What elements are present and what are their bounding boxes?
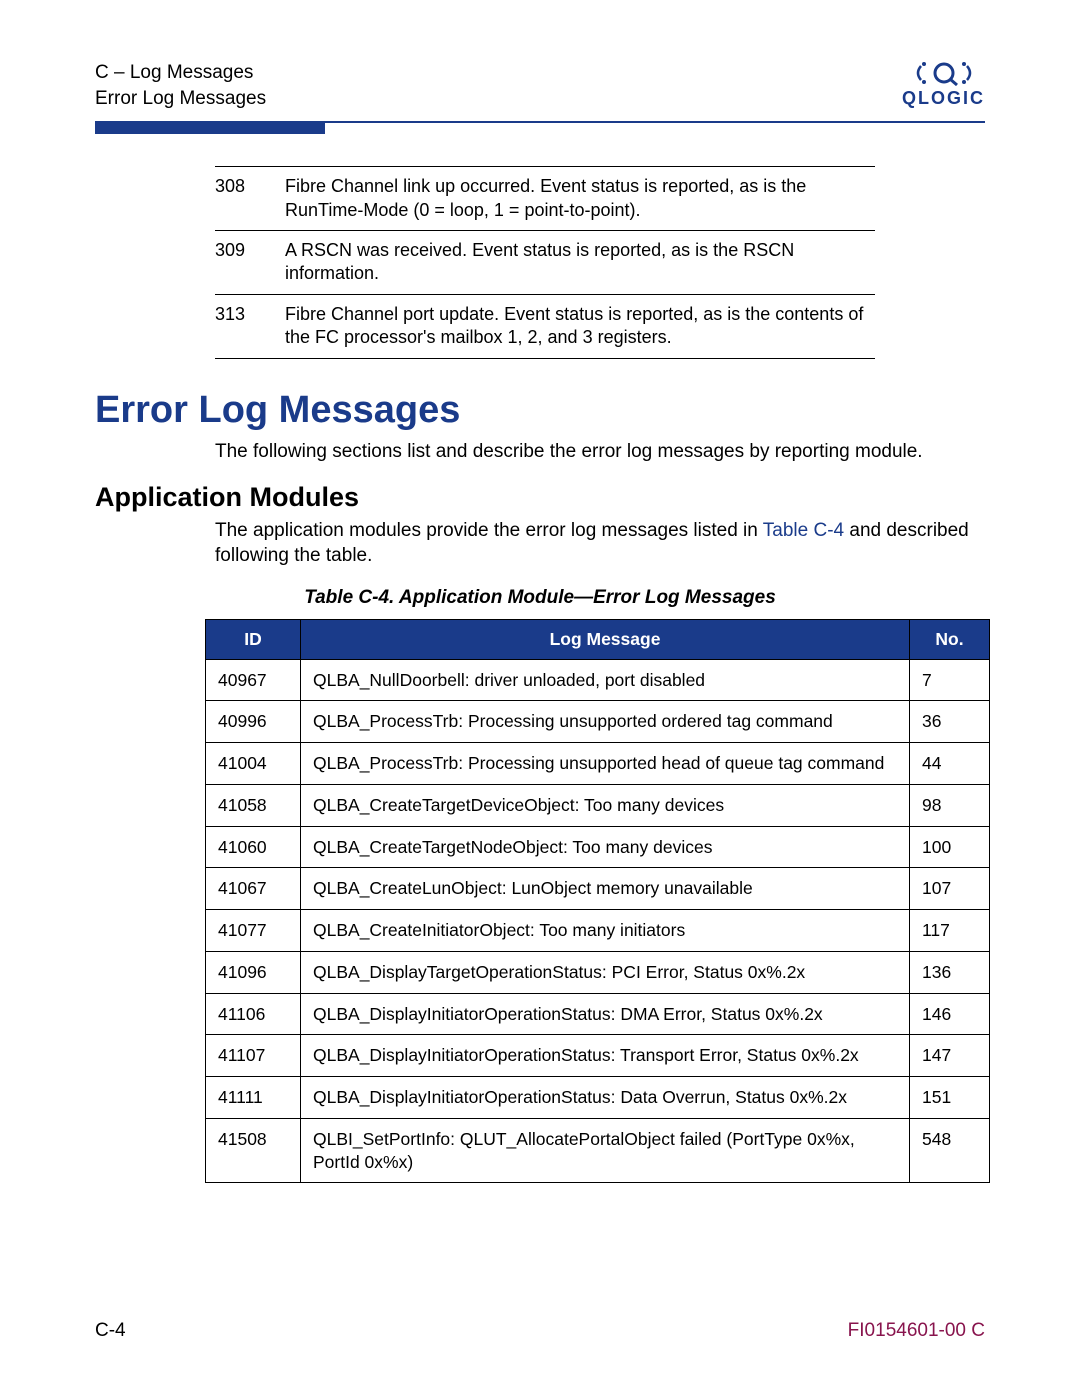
cell-id: 41096 [206,951,301,993]
table-row: 309 A RSCN was received. Event status is… [215,231,875,295]
brand-name: QLOGIC [902,88,985,109]
section-body: The following sections list and describe… [215,440,985,465]
row-id: 309 [215,231,285,295]
header-line-2: Error Log Messages [95,86,266,112]
cell-id: 40967 [206,659,301,701]
cell-no: 146 [910,993,990,1035]
cell-no: 7 [910,659,990,701]
page-footer: C-4 FI0154601-00 C [95,1320,985,1342]
qlogic-icon [915,60,973,86]
table-row: 41004QLBA_ProcessTrb: Processing unsuppo… [206,743,990,785]
cell-msg: QLBA_DisplayTargetOperationStatus: PCI E… [301,951,910,993]
table-row: 308 Fibre Channel link up occurred. Even… [215,167,875,231]
cell-id: 41058 [206,784,301,826]
col-no: No. [910,619,990,659]
cell-no: 548 [910,1118,990,1183]
table-row: 41067QLBA_CreateLunObject: LunObject mem… [206,868,990,910]
cell-id: 40996 [206,701,301,743]
cell-msg: QLBA_ProcessTrb: Processing unsupported … [301,743,910,785]
table-row: 41106QLBA_DisplayInitiatorOperationStatu… [206,993,990,1035]
table-row: 41096QLBA_DisplayTargetOperationStatus: … [206,951,990,993]
cell-msg: QLBA_DisplayInitiatorOperationStatus: Da… [301,1077,910,1119]
cell-no: 136 [910,951,990,993]
cell-id: 41004 [206,743,301,785]
cell-id: 41067 [206,868,301,910]
table-header-row: ID Log Message No. [206,619,990,659]
table-row: 40967QLBA_NullDoorbell: driver unloaded,… [206,659,990,701]
cell-no: 107 [910,868,990,910]
row-text: A RSCN was received. Event status is rep… [285,231,875,295]
footer-page-number: C-4 [95,1320,126,1342]
page-header: C – Log Messages Error Log Messages QLOG… [95,60,985,111]
table-row: 41060QLBA_CreateTargetNodeObject: Too ma… [206,826,990,868]
footer-doc-id: FI0154601-00 C [848,1320,985,1342]
table-row: 41111QLBA_DisplayInitiatorOperationStatu… [206,1077,990,1119]
cell-msg: QLBA_DisplayInitiatorOperationStatus: Tr… [301,1035,910,1077]
cell-msg: QLBA_NullDoorbell: driver unloaded, port… [301,659,910,701]
brand-logo: QLOGIC [902,60,985,109]
header-line-1: C – Log Messages [95,60,266,86]
section-heading: Error Log Messages [95,389,985,432]
cell-no: 36 [910,701,990,743]
subsection-body: The application modules provide the erro… [215,519,985,568]
cell-id: 41107 [206,1035,301,1077]
header-breadcrumb: C – Log Messages Error Log Messages [95,60,266,111]
header-rule [95,121,985,134]
cell-no: 117 [910,910,990,952]
error-log-table: ID Log Message No. 40967QLBA_NullDoorbel… [205,619,990,1184]
cell-msg: QLBA_DisplayInitiatorOperationStatus: DM… [301,993,910,1035]
row-text: Fibre Channel link up occurred. Event st… [285,167,875,231]
cell-id: 41106 [206,993,301,1035]
table-reference-link[interactable]: Table C-4 [763,520,844,541]
cell-msg: QLBI_SetPortInfo: QLUT_AllocatePortalObj… [301,1118,910,1183]
cell-id: 41508 [206,1118,301,1183]
table-caption: Table C-4. Application Module—Error Log … [95,587,985,609]
row-id: 308 [215,167,285,231]
table-row: 313 Fibre Channel port update. Event sta… [215,294,875,358]
table-row: 41508QLBI_SetPortInfo: QLUT_AllocatePort… [206,1118,990,1183]
continuation-table: 308 Fibre Channel link up occurred. Even… [215,166,875,358]
cell-id: 41111 [206,1077,301,1119]
col-msg: Log Message [301,619,910,659]
cell-msg: QLBA_CreateInitiatorObject: Too many ini… [301,910,910,952]
cell-no: 44 [910,743,990,785]
body-pre: The application modules provide the erro… [215,520,763,541]
document-page: C – Log Messages Error Log Messages QLOG… [0,0,1080,1397]
cell-msg: QLBA_CreateTargetDeviceObject: Too many … [301,784,910,826]
cell-id: 41060 [206,826,301,868]
table-row: 40996QLBA_ProcessTrb: Processing unsuppo… [206,701,990,743]
cell-msg: QLBA_CreateTargetNodeObject: Too many de… [301,826,910,868]
row-id: 313 [215,294,285,358]
table-row: 41058QLBA_CreateTargetDeviceObject: Too … [206,784,990,826]
cell-msg: QLBA_CreateLunObject: LunObject memory u… [301,868,910,910]
table-row: 41077QLBA_CreateInitiatorObject: Too man… [206,910,990,952]
cell-no: 98 [910,784,990,826]
cell-no: 100 [910,826,990,868]
cell-msg: QLBA_ProcessTrb: Processing unsupported … [301,701,910,743]
cell-id: 41077 [206,910,301,952]
cell-no: 147 [910,1035,990,1077]
subsection-heading: Application Modules [95,482,985,513]
col-id: ID [206,619,301,659]
row-text: Fibre Channel port update. Event status … [285,294,875,358]
cell-no: 151 [910,1077,990,1119]
table-row: 41107QLBA_DisplayInitiatorOperationStatu… [206,1035,990,1077]
